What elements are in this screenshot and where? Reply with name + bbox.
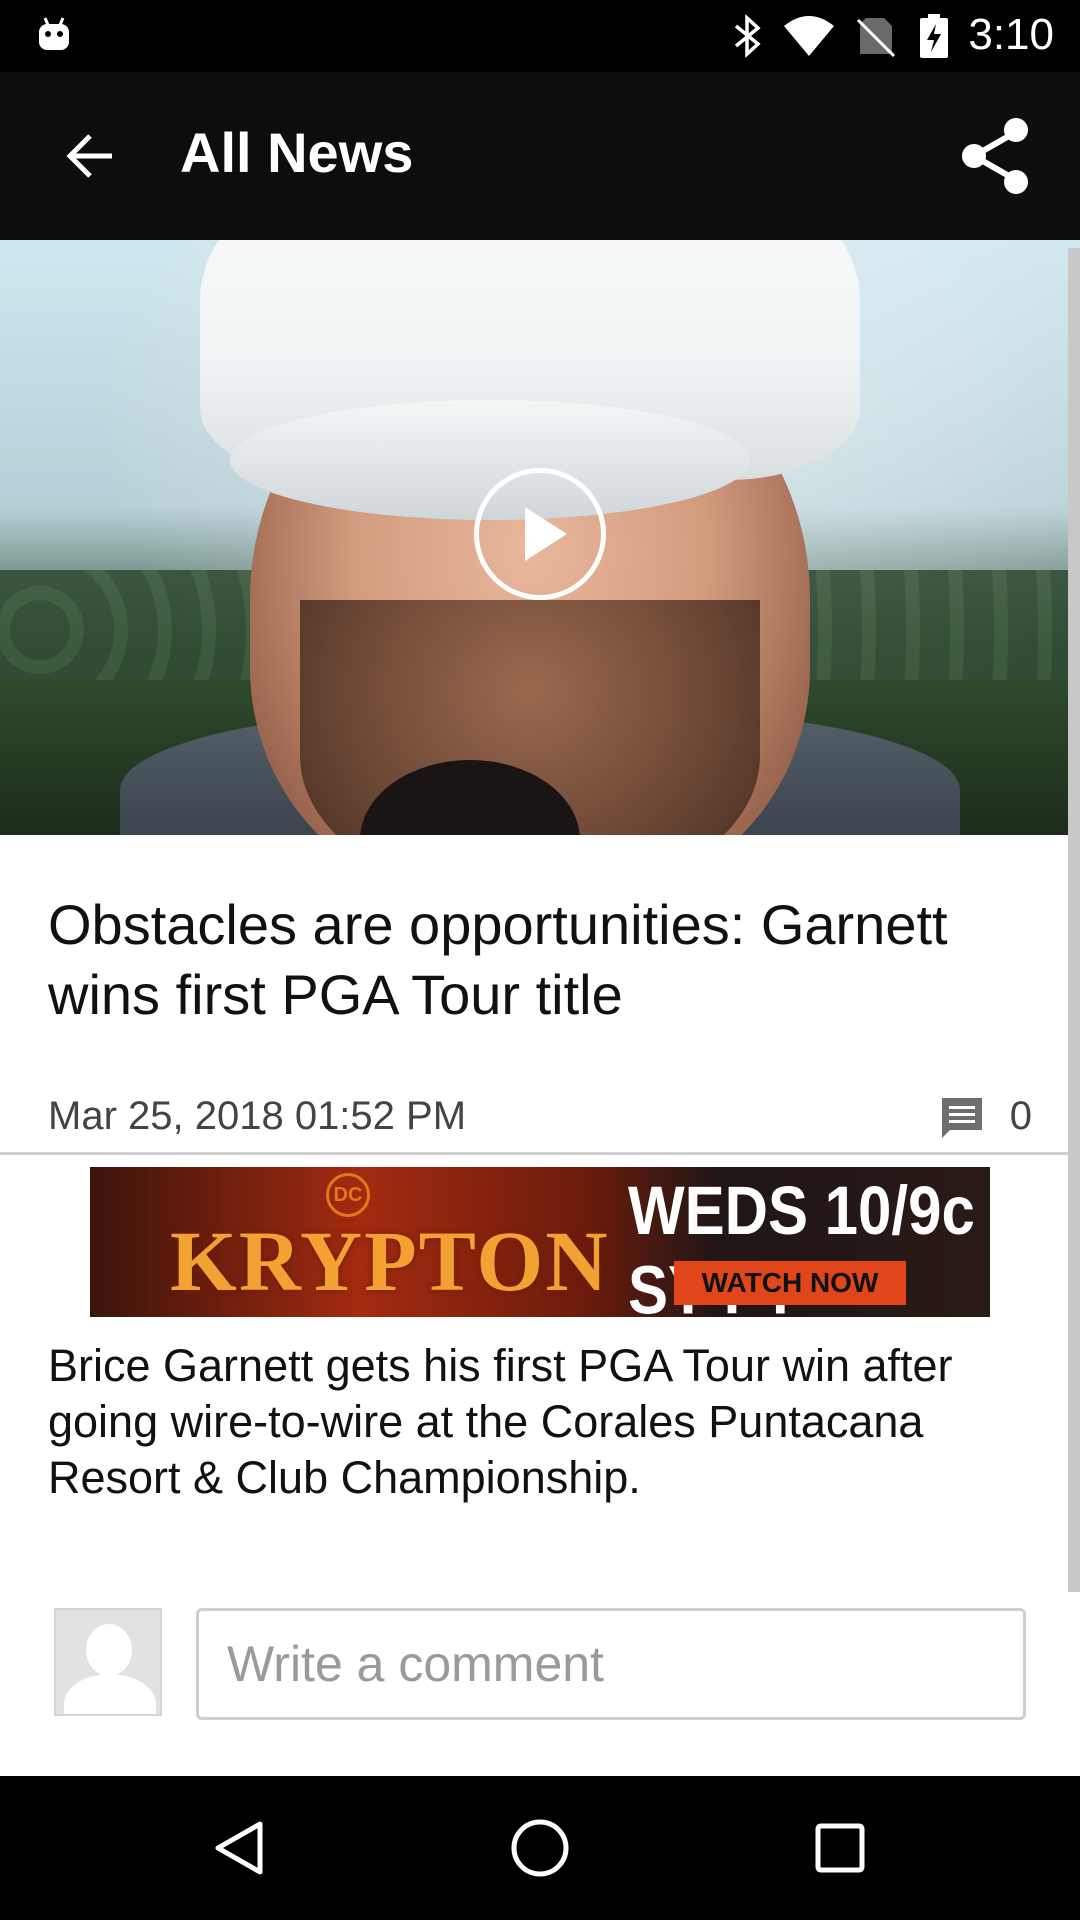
comment-icon[interactable] — [940, 1096, 984, 1140]
ad-banner[interactable]: DC KRYPTON WEDS 10/9c SY FY WATCH NOW — [90, 1167, 990, 1317]
arrow-back-icon — [66, 134, 112, 178]
article-title: Obstacles are opportunities: Garnett win… — [48, 893, 948, 1026]
divider — [0, 1152, 1080, 1155]
avatar — [54, 1608, 162, 1716]
status-bar: 3:10 — [0, 0, 1080, 72]
no-sim-icon — [856, 18, 896, 58]
nav-home-button[interactable] — [500, 1808, 580, 1888]
back-triangle-icon — [215, 1821, 263, 1875]
nav-recents-button[interactable] — [800, 1808, 880, 1888]
battery-charging-icon — [920, 14, 948, 58]
scrollbar[interactable] — [1068, 248, 1080, 1592]
article-summary: Brice Garnett gets his first PGA Tour wi… — [48, 1340, 953, 1503]
share-icon — [962, 118, 1028, 194]
article-meta: Mar 25, 2018 01:52 PM 0 — [48, 1086, 1032, 1146]
comment-row — [48, 1608, 1028, 1724]
article-date: Mar 25, 2018 01:52 PM — [48, 1094, 467, 1138]
article-content: Obstacles are opportunities: Garnett win… — [0, 240, 1080, 1776]
avatar-body — [64, 1674, 156, 1714]
home-circle-icon — [511, 1819, 569, 1877]
ad-watch-now-button[interactable]: WATCH NOW — [674, 1261, 906, 1305]
comment-count: 0 — [1009, 1094, 1032, 1138]
page-title: All News — [180, 121, 414, 184]
bluetooth-icon — [734, 14, 761, 58]
navigation-bar — [0, 1776, 1080, 1920]
avatar-head — [86, 1624, 132, 1676]
comment-input[interactable] — [196, 1608, 1026, 1720]
android-notification-icon — [39, 17, 69, 50]
share-button[interactable] — [948, 108, 1044, 204]
wifi-icon — [784, 16, 834, 56]
ad-brand: KRYPTON — [170, 1213, 610, 1309]
status-time: 3:10 — [968, 10, 1054, 59]
app-bar: All News — [0, 72, 1080, 240]
play-button[interactable] — [474, 468, 606, 600]
play-icon — [525, 507, 567, 561]
back-button[interactable] — [48, 114, 132, 198]
recents-square-icon — [815, 1823, 865, 1873]
nav-back-button[interactable] — [200, 1808, 280, 1888]
video-thumbnail[interactable] — [0, 240, 1080, 835]
